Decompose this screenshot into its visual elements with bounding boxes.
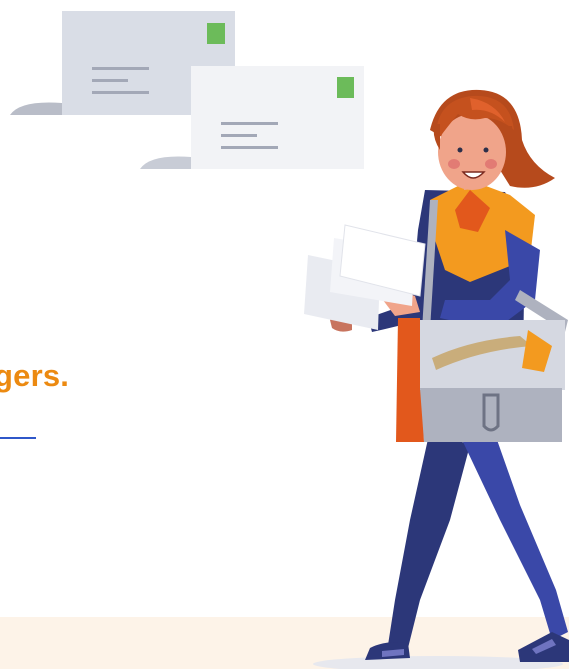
- hero-headline-fragment: gers.: [0, 358, 70, 393]
- hero-link-underline[interactable]: [0, 437, 36, 439]
- mail-carrier-illustration: [304, 89, 569, 669]
- hero-section: gers.: [0, 0, 569, 669]
- stamp-icon: [207, 23, 225, 44]
